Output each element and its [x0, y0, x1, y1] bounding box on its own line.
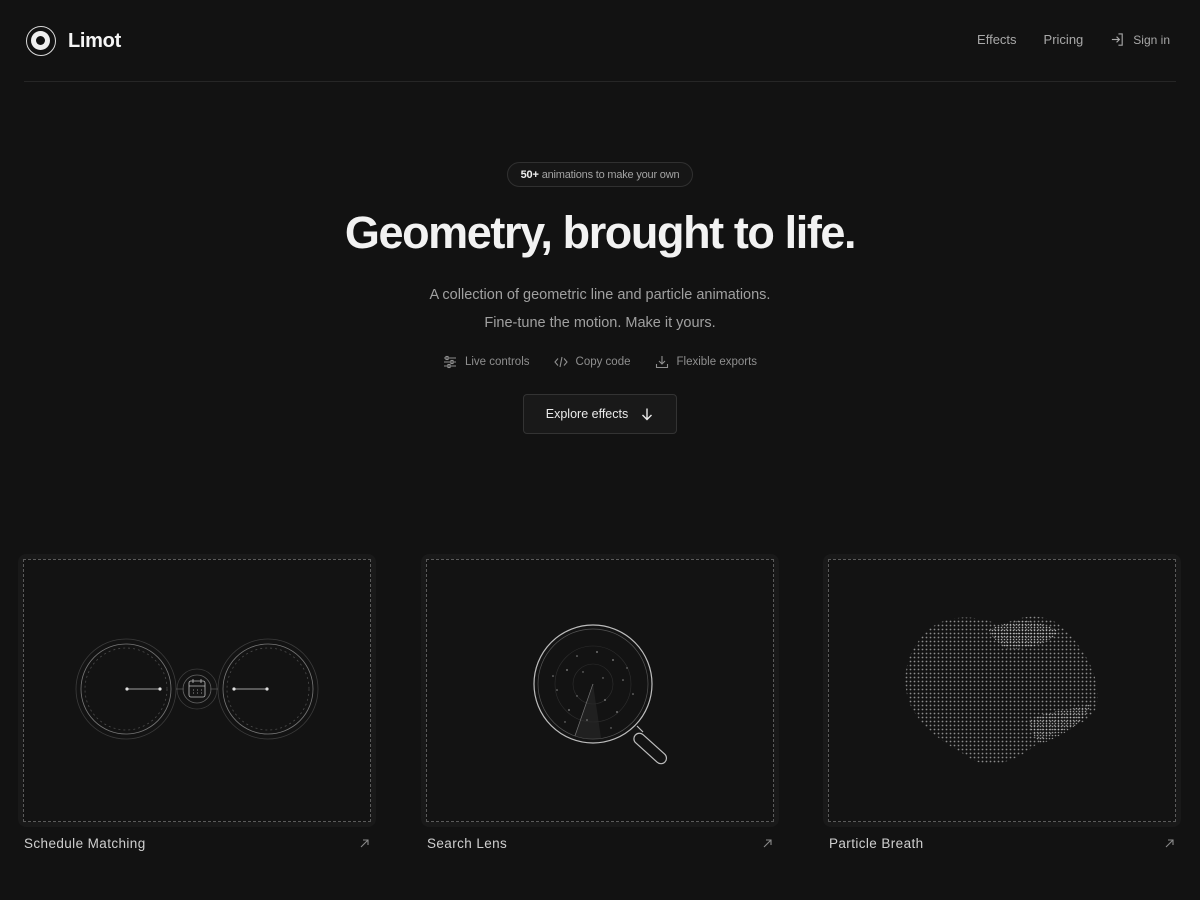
- explore-effects-button[interactable]: Explore effects: [522, 394, 678, 434]
- schedule-matching-preview: [23, 559, 371, 822]
- particle-breath-illustration: [905, 616, 1098, 764]
- code-icon: [553, 356, 568, 368]
- schedule-matching-illustration: [75, 638, 319, 740]
- sliders-icon: [443, 355, 456, 369]
- nav-pricing-link[interactable]: Pricing: [1044, 32, 1084, 47]
- feature-live-controls: Live controls: [443, 355, 530, 369]
- effect-card-particle-breath[interactable]: Particle Breath: [823, 554, 1181, 851]
- arrow-up-right-icon[interactable]: [1164, 838, 1175, 849]
- card-footer: Search Lens: [421, 836, 779, 851]
- download-icon: [655, 356, 668, 369]
- card-preview-frame: [823, 554, 1181, 827]
- badge-text: animations to make your own: [541, 168, 680, 181]
- feature-label: Flexible exports: [676, 356, 758, 368]
- card-title: Schedule Matching: [24, 836, 146, 851]
- arrow-up-right-icon[interactable]: [359, 838, 370, 849]
- site-header: Limot Effects Pricing Sign in: [24, 0, 1176, 82]
- subtitle-line-2: Fine-tune the motion. Make it yours.: [484, 315, 716, 331]
- hero-headline: Geometry, brought to life.: [344, 207, 857, 258]
- particle-breath-preview: [828, 559, 1176, 822]
- explore-effects-label: Explore effects: [545, 407, 629, 421]
- badge-count: 50+: [520, 168, 539, 181]
- brand-name: Limot: [68, 29, 121, 52]
- subtitle-line-1: A collection of geometric line and parti…: [429, 287, 771, 303]
- card-title: Particle Breath: [829, 836, 924, 851]
- sign-in-link[interactable]: Sign in: [1110, 32, 1170, 47]
- top-nav: Effects Pricing Sign in: [977, 32, 1170, 47]
- arrow-up-right-icon[interactable]: [762, 838, 773, 849]
- effect-card-schedule-matching[interactable]: Schedule Matching: [18, 554, 376, 851]
- brand[interactable]: Limot: [26, 26, 121, 56]
- card-footer: Schedule Matching: [18, 836, 376, 851]
- search-lens-preview: [426, 559, 774, 822]
- nav-effects-link[interactable]: Effects: [977, 32, 1017, 47]
- sign-in-label: Sign in: [1133, 32, 1170, 47]
- feature-list: Live controls Copy code Flexible exports: [0, 355, 1200, 369]
- search-lens-illustration: [533, 624, 668, 765]
- sign-in-icon: [1112, 33, 1124, 46]
- animations-count-badge: 50+ animations to make your own: [506, 162, 694, 187]
- hero: 50+ animations to make your own Geometry…: [0, 162, 1200, 434]
- feature-copy-code: Copy code: [553, 355, 631, 369]
- card-preview-frame: [421, 554, 779, 827]
- card-footer: Particle Breath: [823, 836, 1181, 851]
- card-title: Search Lens: [427, 836, 508, 851]
- logo-icon: [26, 26, 56, 56]
- feature-flexible-exports: Flexible exports: [655, 355, 758, 369]
- arrow-down-icon: [642, 408, 653, 421]
- hero-subtitle: A collection of geometric line and parti…: [0, 281, 1200, 337]
- feature-label: Copy code: [575, 356, 631, 368]
- effect-card-search-lens[interactable]: Search Lens: [421, 554, 779, 851]
- card-preview-frame: [18, 554, 376, 827]
- feature-label: Live controls: [464, 356, 530, 368]
